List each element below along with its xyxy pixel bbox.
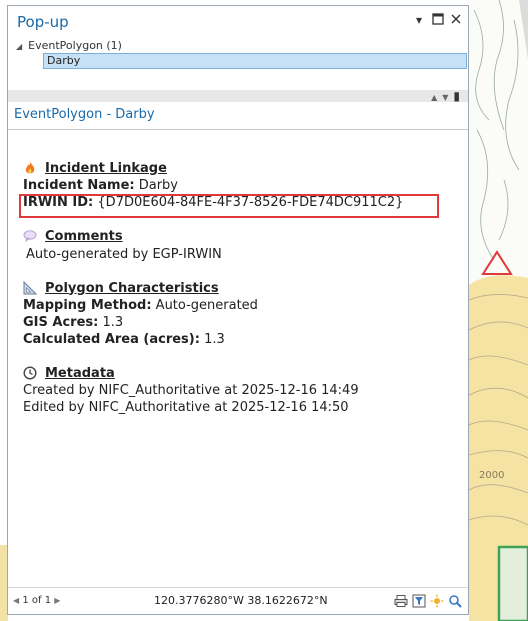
incident-name-row: Incident Name: Darby xyxy=(23,177,458,194)
edited-by-text: Edited by NIFC_Authoritative at 2025-12-… xyxy=(23,400,349,415)
triangle-ruler-icon xyxy=(23,280,38,295)
comments-section-header: Comments xyxy=(23,226,458,246)
polygon-section-title: Polygon Characteristics xyxy=(45,280,219,296)
close-button[interactable] xyxy=(449,13,463,27)
popup-panel: Pop-up ▾ ◢ EventPolygon (1) Darby ▲ ▼ ▮ Eve… xyxy=(7,5,469,615)
splitter-bar[interactable] xyxy=(8,90,468,102)
incident-name-value: Darby xyxy=(138,178,179,193)
previous-page-icon[interactable]: ◀ xyxy=(13,596,19,605)
tree-selected-feature[interactable]: Darby xyxy=(43,53,467,69)
status-bar: ◀ 1 of 1 ▶ 120.3776280°W 38.1622672°N xyxy=(8,587,468,614)
incident-name-label: Incident Name: xyxy=(23,178,135,193)
metadata-section-title: Metadata xyxy=(45,365,115,381)
next-down-icon[interactable]: ▼ xyxy=(442,93,448,102)
maximize-button[interactable] xyxy=(431,13,445,27)
map-view[interactable]: 2000 xyxy=(469,0,528,621)
mapping-method-label: Mapping Method: xyxy=(23,298,152,313)
page-indicator: 1 of 1 xyxy=(22,595,52,606)
splitter-handle-icon[interactable]: ▮ xyxy=(453,89,460,103)
collapse-triangle-icon[interactable]: ◢ xyxy=(16,42,22,51)
divider xyxy=(8,129,468,130)
metadata-section-header: Metadata xyxy=(23,363,458,383)
gis-acres-value: 1.3 xyxy=(102,315,124,330)
mapping-method-row: Mapping Method: Auto-generated xyxy=(23,297,458,314)
popup-titlebar: Pop-up ▾ xyxy=(8,6,468,38)
calculated-area-label: Calculated Area (acres): xyxy=(23,332,200,347)
calculated-area-row: Calculated Area (acres): 1.3 xyxy=(23,331,458,348)
tree-layer-node[interactable]: ◢ EventPolygon (1) xyxy=(16,39,122,52)
next-page-icon[interactable]: ▶ xyxy=(54,596,60,605)
tree-layer-label: EventPolygon (1) xyxy=(28,39,122,52)
comments-section-title: Comments xyxy=(45,228,123,244)
created-by-text: Created by NIFC_Authoritative at 2025-12… xyxy=(23,383,359,398)
incident-section-title: Incident Linkage xyxy=(45,160,167,176)
comments-text: Auto-generated by EGP-IRWIN xyxy=(26,247,222,262)
gis-acres-label: GIS Acres: xyxy=(23,315,99,330)
status-tools xyxy=(394,593,462,608)
pager: ◀ 1 of 1 ▶ xyxy=(13,595,60,606)
flash-feature-icon[interactable] xyxy=(430,593,444,608)
coordinate-readout: 120.3776280°W 38.1622672°N xyxy=(154,594,328,607)
clock-icon xyxy=(23,366,37,380)
gis-acres-row: GIS Acres: 1.3 xyxy=(23,314,458,331)
zoom-to-icon[interactable] xyxy=(448,593,462,608)
popup-title: Pop-up xyxy=(17,13,69,31)
feature-subtitle: EventPolygon - Darby xyxy=(14,107,155,122)
fire-icon xyxy=(23,161,37,175)
polygon-section-header: Polygon Characteristics xyxy=(23,278,458,298)
irwin-id-highlight-box xyxy=(19,194,439,218)
dropdown-menu-icon[interactable]: ▾ xyxy=(412,13,426,27)
filter-table-icon[interactable] xyxy=(412,593,426,608)
contour-label-2000: 2000 xyxy=(479,470,504,481)
speech-bubble-icon xyxy=(23,229,37,243)
incident-section-header: Incident Linkage xyxy=(23,158,458,178)
print-icon[interactable] xyxy=(394,593,408,607)
previous-up-icon[interactable]: ▲ xyxy=(431,93,437,102)
calculated-area-value: 1.3 xyxy=(204,332,225,347)
mapping-method-value: Auto-generated xyxy=(155,298,258,313)
navigation-controls: ▲ ▼ ▮ xyxy=(426,90,460,102)
